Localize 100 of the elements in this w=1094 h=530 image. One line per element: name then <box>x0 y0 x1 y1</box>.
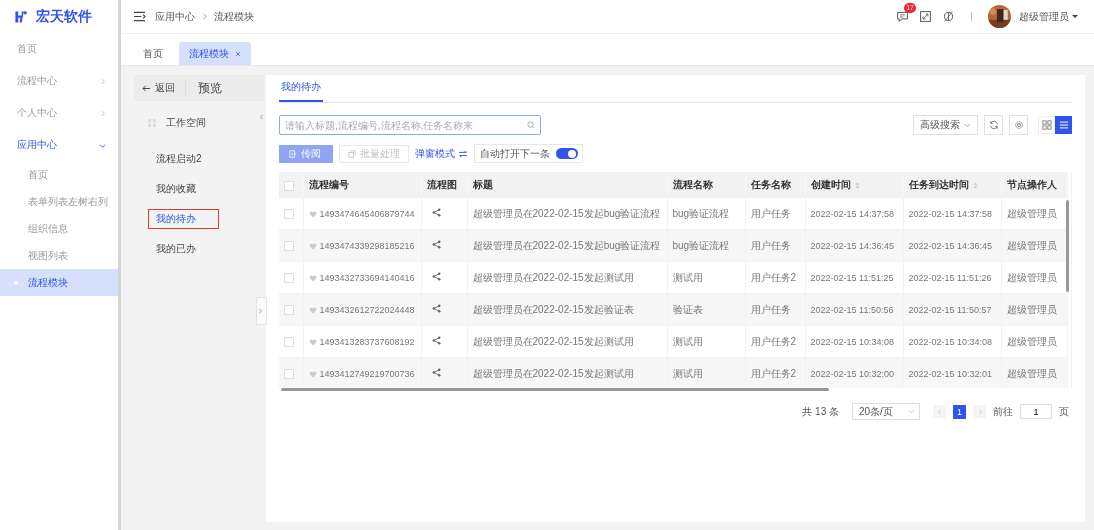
table-cell: 测试用 <box>672 271 703 283</box>
select-all-checkbox[interactable] <box>284 180 294 191</box>
heart-icon[interactable] <box>308 242 317 250</box>
share-icon[interactable] <box>431 304 441 313</box>
table-cell: 2022-02-15 14:37:58 <box>810 209 895 219</box>
list-view-button[interactable] <box>1055 116 1072 134</box>
chevron-down-icon <box>908 409 915 414</box>
next-page-button[interactable] <box>973 405 986 418</box>
grid-icon <box>1041 120 1052 130</box>
breadcrumb-item[interactable]: 应用中心 <box>155 9 195 24</box>
table-cell: bug验证流程 <box>672 239 730 251</box>
table-cell: 超级管理员在2022-02-15发起测试用 <box>472 367 634 379</box>
heart-icon[interactable] <box>308 306 317 314</box>
column-header: 流程名称 <box>672 179 713 190</box>
table-cell: 超级管理员在2022-02-15发起bug验证流程 <box>472 239 661 251</box>
table-cell: 1493474339298185216 <box>319 241 415 251</box>
row-checkbox[interactable] <box>284 209 294 220</box>
refresh-button[interactable] <box>984 115 1003 135</box>
table-cell: 超级管理员 <box>1006 239 1057 251</box>
heart-icon[interactable] <box>308 274 317 282</box>
copy-icon <box>348 149 356 158</box>
page-size-select[interactable]: 20条/页 <box>852 403 920 420</box>
table-cell: 超级管理员 <box>1006 207 1057 219</box>
breadcrumb-item[interactable]: 流程模块 <box>214 9 254 24</box>
table-cell: 超级管理员 <box>1006 367 1057 379</box>
panel-menu-item[interactable]: 流程启动2 <box>148 149 212 169</box>
page-input[interactable]: 1 <box>1020 404 1052 419</box>
sort-icon[interactable] <box>972 181 978 189</box>
row-checkbox[interactable] <box>284 337 294 348</box>
chevron-icon <box>259 114 265 120</box>
column-header: 创建时间 <box>810 179 851 190</box>
search-field[interactable]: 请输入标题,流程编号,流程名称,任务名称来 <box>279 115 541 135</box>
table-cell: 超级管理员在2022-02-15发起bug验证流程 <box>472 207 661 219</box>
heart-icon[interactable] <box>308 338 317 346</box>
logo-icon <box>14 9 28 24</box>
panel-menu-item[interactable]: 我的已办 <box>148 239 206 259</box>
logo-text: 宏天软件 <box>36 7 92 26</box>
menu-icon[interactable] <box>133 11 146 22</box>
arrow-left-icon <box>142 84 151 92</box>
message-icon[interactable] <box>896 10 909 23</box>
table-cell: 2022-02-15 11:50:56 <box>810 305 894 315</box>
close-icon[interactable] <box>235 50 241 57</box>
fullscreen-icon[interactable] <box>919 10 932 23</box>
table-cell: 用户任务2 <box>750 271 797 283</box>
column-header: 任务名称 <box>750 179 791 190</box>
tab[interactable]: 流程模块 <box>179 42 251 65</box>
panel-menu-item[interactable]: 我的待办 <box>148 209 219 229</box>
menu-item[interactable]: 应用中心 <box>0 129 118 161</box>
row-checkbox[interactable] <box>284 241 294 252</box>
share-icon[interactable] <box>431 272 441 281</box>
settings-button[interactable] <box>1009 115 1028 135</box>
auto-open-label: 自动打开下一条 <box>480 146 550 161</box>
caret-icon[interactable] <box>1072 14 1078 19</box>
sort-icon[interactable] <box>854 181 860 189</box>
share-icon[interactable] <box>431 240 441 249</box>
table-cell: 2022-02-15 14:36:45 <box>810 241 895 251</box>
heart-icon[interactable] <box>308 370 317 378</box>
table-cell: 2022-02-15 14:36:45 <box>908 241 993 251</box>
advanced-search-button[interactable]: 高级搜索 <box>913 115 978 135</box>
page-button[interactable]: 1 <box>953 404 966 419</box>
expand-handle[interactable] <box>256 297 267 325</box>
share-icon[interactable] <box>431 336 441 345</box>
table-cell: 超级管理员 <box>1006 271 1057 283</box>
panel-title: 预览 <box>198 79 222 97</box>
grid-view-button[interactable] <box>1038 116 1055 134</box>
table-cell: 测试用 <box>672 335 703 347</box>
popup-mode-link[interactable]: 弹窗模式 <box>415 146 468 161</box>
user-name[interactable]: 超级管理员 <box>1019 9 1069 24</box>
settings-icon <box>1013 120 1024 130</box>
table-cell: 超级管理员 <box>1006 303 1057 315</box>
toggle-switch[interactable] <box>556 148 578 159</box>
row-checkbox[interactable] <box>284 369 294 380</box>
row-checkbox[interactable] <box>284 273 294 284</box>
goto-label: 前往 <box>993 404 1013 419</box>
scrollbar[interactable] <box>281 388 829 391</box>
panel-menu-item[interactable]: 我的收藏 <box>148 179 206 199</box>
table-cell: 1493432612722024448 <box>319 305 415 315</box>
table-cell: 超级管理员在2022-02-15发起测试用 <box>472 271 634 283</box>
table-cell: 2022-02-15 11:50:57 <box>908 305 992 315</box>
row-checkbox[interactable] <box>284 305 294 316</box>
tab[interactable]: 首页 <box>133 42 173 65</box>
share-icon[interactable] <box>431 208 441 217</box>
column-header: 任务到达时间 <box>908 179 969 190</box>
back-button[interactable]: 返回 <box>142 81 186 95</box>
prev-page-button[interactable] <box>933 405 946 418</box>
chevron-down-icon <box>964 122 971 128</box>
share-icon[interactable] <box>431 368 441 377</box>
scrollbar[interactable] <box>1066 200 1069 292</box>
tab[interactable]: 我的待办 <box>279 80 323 102</box>
document-icon <box>289 149 297 158</box>
table-cell: bug验证流程 <box>672 207 730 219</box>
workspace-label[interactable]: 工作空间 <box>166 116 206 130</box>
table-cell: 1493413283737608192 <box>319 337 415 347</box>
table-cell: 1493432733694140416 <box>319 273 415 283</box>
table-cell: 2022-02-15 14:37:58 <box>908 209 993 219</box>
submenu-item[interactable]: 流程模块 <box>0 269 118 296</box>
total-count: 共 13 条 <box>802 404 839 419</box>
column-header: 标题 <box>472 179 493 190</box>
table-cell: 超级管理员 <box>1006 335 1057 347</box>
heart-icon[interactable] <box>308 210 317 218</box>
